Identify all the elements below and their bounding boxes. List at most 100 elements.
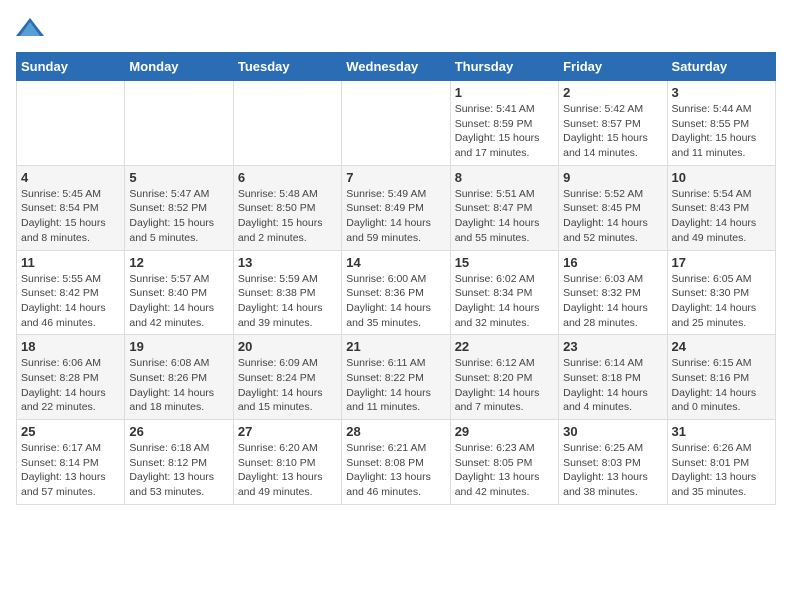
calendar-cell: 19 Sunrise: 6:08 AM Sunset: 8:26 PM Dayli…: [125, 335, 233, 420]
day-number: 21: [346, 339, 445, 354]
day-info: Sunrise: 6:05 AM Sunset: 8:30 PM Dayligh…: [672, 272, 771, 331]
calendar-cell: 26 Sunrise: 6:18 AM Sunset: 8:12 PM Dayli…: [125, 420, 233, 505]
day-number: 3: [672, 85, 771, 100]
logo: [16, 16, 48, 40]
calendar-cell: 3 Sunrise: 5:44 AM Sunset: 8:55 PM Daylig…: [667, 81, 775, 166]
calendar-cell: 10Sunrise: 5:54 AM Sunset: 8:43 PM Dayli…: [667, 165, 775, 250]
day-number: 9: [563, 170, 662, 185]
day-number: 11: [21, 255, 120, 270]
day-number: 6: [238, 170, 337, 185]
calendar-header-tuesday: Tuesday: [233, 53, 341, 81]
day-info: Sunrise: 5:55 AM Sunset: 8:42 PM Dayligh…: [21, 272, 120, 331]
day-info: Sunrise: 6:08 AM Sunset: 8:26 PM Dayligh…: [129, 356, 228, 415]
day-info: Sunrise: 6:26 AM Sunset: 8:01 PM Dayligh…: [672, 441, 771, 500]
day-info: Sunrise: 6:03 AM Sunset: 8:32 PM Dayligh…: [563, 272, 662, 331]
calendar-cell: 24 Sunrise: 6:15 AM Sunset: 8:16 PM Dayli…: [667, 335, 775, 420]
calendar-cell: 13 Sunrise: 5:59 AM Sunset: 8:38 PM Dayli…: [233, 250, 341, 335]
calendar-week-2: 4 Sunrise: 5:45 AM Sunset: 8:54 PM Daylig…: [17, 165, 776, 250]
day-info: Sunrise: 6:17 AM Sunset: 8:14 PM Dayligh…: [21, 441, 120, 500]
day-number: 2: [563, 85, 662, 100]
day-number: 20: [238, 339, 337, 354]
day-info: Sunrise: 6:12 AM Sunset: 8:20 PM Dayligh…: [455, 356, 554, 415]
day-info: Sunrise: 6:09 AM Sunset: 8:24 PM Dayligh…: [238, 356, 337, 415]
calendar-cell: 28 Sunrise: 6:21 AM Sunset: 8:08 PM Dayli…: [342, 420, 450, 505]
day-number: 7: [346, 170, 445, 185]
calendar-cell: 30 Sunrise: 6:25 AM Sunset: 8:03 PM Dayli…: [559, 420, 667, 505]
calendar-cell: 20 Sunrise: 6:09 AM Sunset: 8:24 PM Dayli…: [233, 335, 341, 420]
day-info: Sunrise: 6:14 AM Sunset: 8:18 PM Dayligh…: [563, 356, 662, 415]
day-number: 10: [672, 170, 771, 185]
calendar-cell: 31 Sunrise: 6:26 AM Sunset: 8:01 PM Dayli…: [667, 420, 775, 505]
day-info: Sunrise: 5:51 AM Sunset: 8:47 PM Dayligh…: [455, 187, 554, 246]
day-number: 13: [238, 255, 337, 270]
day-info: Sunrise: 6:25 AM Sunset: 8:03 PM Dayligh…: [563, 441, 662, 500]
calendar-cell: [342, 81, 450, 166]
calendar-cell: [125, 81, 233, 166]
day-number: 5: [129, 170, 228, 185]
calendar-cell: 17 Sunrise: 6:05 AM Sunset: 8:30 PM Dayli…: [667, 250, 775, 335]
calendar-header-sunday: Sunday: [17, 53, 125, 81]
day-info: Sunrise: 6:02 AM Sunset: 8:34 PM Dayligh…: [455, 272, 554, 331]
calendar-header-thursday: Thursday: [450, 53, 558, 81]
day-number: 25: [21, 424, 120, 439]
day-number: 4: [21, 170, 120, 185]
calendar-cell: [233, 81, 341, 166]
day-number: 23: [563, 339, 662, 354]
calendar-table: SundayMondayTuesdayWednesdayThursdayFrid…: [16, 52, 776, 505]
calendar-cell: 8 Sunrise: 5:51 AM Sunset: 8:47 PM Daylig…: [450, 165, 558, 250]
calendar-header-row: SundayMondayTuesdayWednesdayThursdayFrid…: [17, 53, 776, 81]
calendar-cell: [17, 81, 125, 166]
calendar-header-saturday: Saturday: [667, 53, 775, 81]
calendar-cell: 15 Sunrise: 6:02 AM Sunset: 8:34 PM Dayli…: [450, 250, 558, 335]
day-number: 12: [129, 255, 228, 270]
calendar-week-4: 18Sunrise: 6:06 AM Sunset: 8:28 PM Dayli…: [17, 335, 776, 420]
calendar-header-friday: Friday: [559, 53, 667, 81]
day-number: 28: [346, 424, 445, 439]
calendar-cell: 5 Sunrise: 5:47 AM Sunset: 8:52 PM Daylig…: [125, 165, 233, 250]
day-number: 8: [455, 170, 554, 185]
page-header: [16, 16, 776, 40]
day-number: 31: [672, 424, 771, 439]
day-number: 15: [455, 255, 554, 270]
calendar-cell: 25 Sunrise: 6:17 AM Sunset: 8:14 PM Dayli…: [17, 420, 125, 505]
logo-icon: [16, 16, 44, 40]
day-number: 14: [346, 255, 445, 270]
day-info: Sunrise: 5:48 AM Sunset: 8:50 PM Dayligh…: [238, 187, 337, 246]
calendar-cell: 4 Sunrise: 5:45 AM Sunset: 8:54 PM Daylig…: [17, 165, 125, 250]
day-info: Sunrise: 5:49 AM Sunset: 8:49 PM Dayligh…: [346, 187, 445, 246]
calendar-header-wednesday: Wednesday: [342, 53, 450, 81]
day-number: 29: [455, 424, 554, 439]
day-info: Sunrise: 5:42 AM Sunset: 8:57 PM Dayligh…: [563, 102, 662, 161]
day-number: 19: [129, 339, 228, 354]
day-info: Sunrise: 6:06 AM Sunset: 8:28 PM Dayligh…: [21, 356, 120, 415]
day-info: Sunrise: 6:21 AM Sunset: 8:08 PM Dayligh…: [346, 441, 445, 500]
calendar-header-monday: Monday: [125, 53, 233, 81]
day-info: Sunrise: 6:20 AM Sunset: 8:10 PM Dayligh…: [238, 441, 337, 500]
day-info: Sunrise: 6:18 AM Sunset: 8:12 PM Dayligh…: [129, 441, 228, 500]
calendar-week-5: 25 Sunrise: 6:17 AM Sunset: 8:14 PM Dayli…: [17, 420, 776, 505]
day-info: Sunrise: 5:44 AM Sunset: 8:55 PM Dayligh…: [672, 102, 771, 161]
calendar-cell: 9 Sunrise: 5:52 AM Sunset: 8:45 PM Daylig…: [559, 165, 667, 250]
day-info: Sunrise: 5:59 AM Sunset: 8:38 PM Dayligh…: [238, 272, 337, 331]
day-info: Sunrise: 5:45 AM Sunset: 8:54 PM Dayligh…: [21, 187, 120, 246]
calendar-cell: 22Sunrise: 6:12 AM Sunset: 8:20 PM Dayli…: [450, 335, 558, 420]
day-info: Sunrise: 5:47 AM Sunset: 8:52 PM Dayligh…: [129, 187, 228, 246]
day-number: 26: [129, 424, 228, 439]
calendar-cell: 1 Sunrise: 5:41 AM Sunset: 8:59 PM Daylig…: [450, 81, 558, 166]
day-number: 30: [563, 424, 662, 439]
day-number: 17: [672, 255, 771, 270]
day-info: Sunrise: 6:11 AM Sunset: 8:22 PM Dayligh…: [346, 356, 445, 415]
calendar-cell: 7 Sunrise: 5:49 AM Sunset: 8:49 PM Daylig…: [342, 165, 450, 250]
calendar-cell: 14Sunrise: 6:00 AM Sunset: 8:36 PM Dayli…: [342, 250, 450, 335]
day-number: 27: [238, 424, 337, 439]
day-info: Sunrise: 5:57 AM Sunset: 8:40 PM Dayligh…: [129, 272, 228, 331]
calendar-cell: 21 Sunrise: 6:11 AM Sunset: 8:22 PM Dayli…: [342, 335, 450, 420]
calendar-cell: 2 Sunrise: 5:42 AM Sunset: 8:57 PM Daylig…: [559, 81, 667, 166]
day-info: Sunrise: 5:41 AM Sunset: 8:59 PM Dayligh…: [455, 102, 554, 161]
day-number: 24: [672, 339, 771, 354]
day-info: Sunrise: 6:15 AM Sunset: 8:16 PM Dayligh…: [672, 356, 771, 415]
calendar-cell: 16Sunrise: 6:03 AM Sunset: 8:32 PM Dayli…: [559, 250, 667, 335]
calendar-week-1: 1 Sunrise: 5:41 AM Sunset: 8:59 PM Daylig…: [17, 81, 776, 166]
day-info: Sunrise: 5:52 AM Sunset: 8:45 PM Dayligh…: [563, 187, 662, 246]
day-number: 1: [455, 85, 554, 100]
